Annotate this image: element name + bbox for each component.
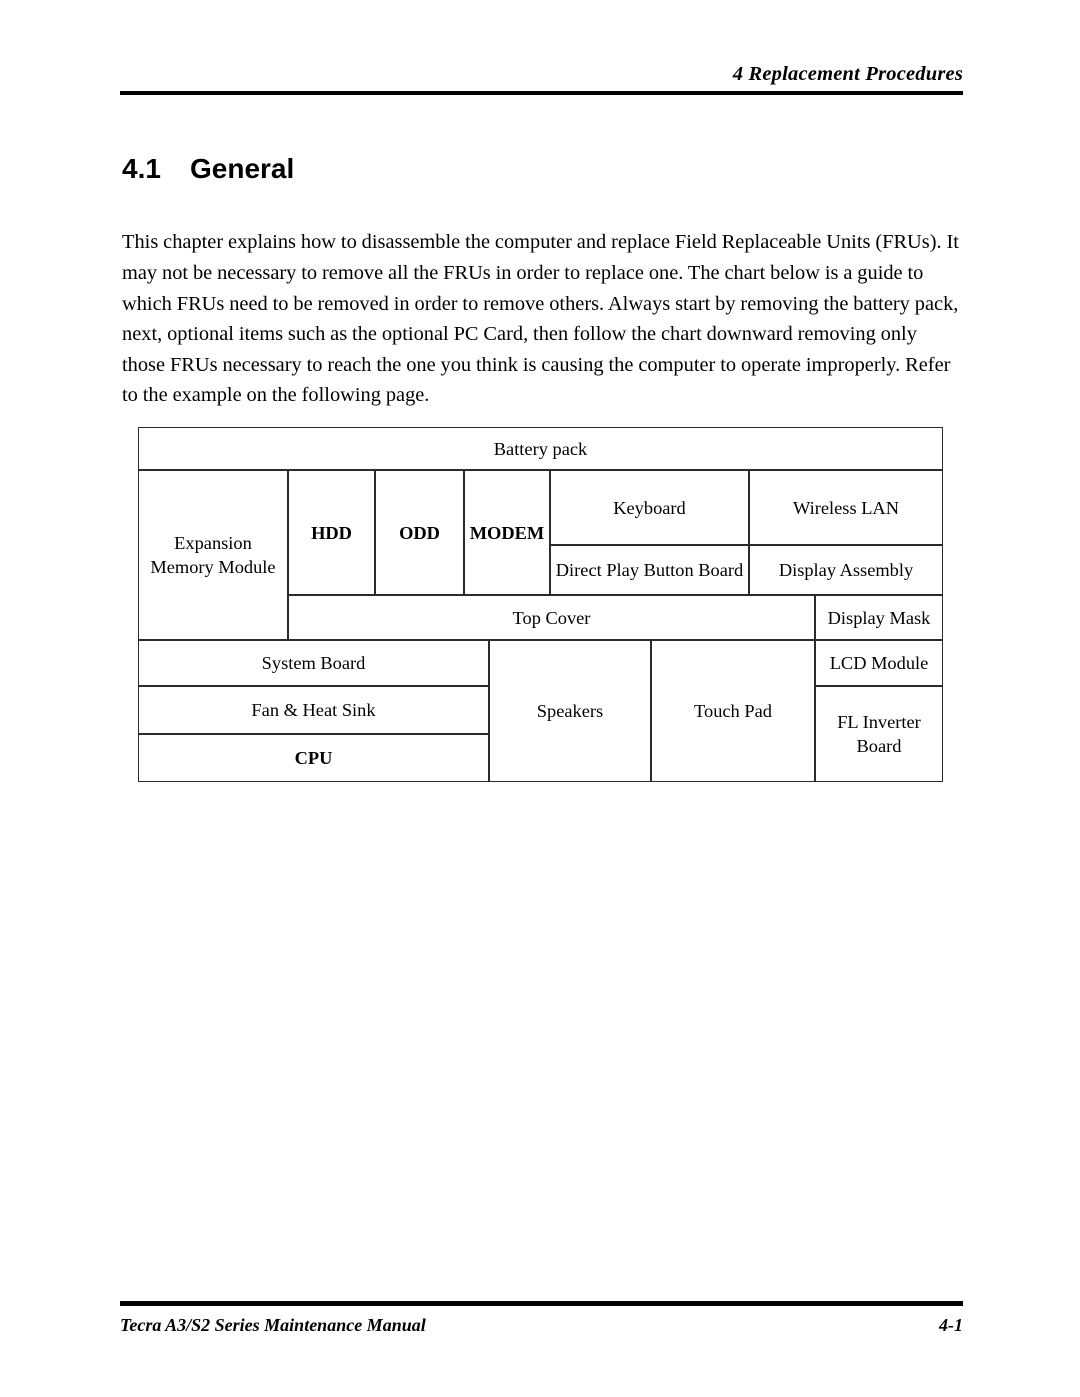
section-title: General: [190, 152, 295, 184]
fru-cell-label: CPU: [294, 748, 333, 768]
fru-cell-modem: MODEM: [464, 470, 550, 595]
intro-paragraph: This chapter explains how to disassemble…: [122, 231, 959, 407]
fru-cell-label: Keyboard: [613, 497, 686, 518]
fru-cell-display-mask: Display Mask: [815, 595, 943, 640]
fru-cell-hdd: HDD: [288, 470, 375, 595]
fru-cell-touch-pad: Touch Pad: [651, 640, 815, 782]
footer-manual-title: Tecra A3/S2 Series Maintenance Manual: [120, 1315, 426, 1335]
fru-cell-label: Direct Play Button Board: [555, 560, 744, 580]
fru-cell-direct-play-button-board: Direct Play Button Board: [550, 545, 749, 595]
fru-cell-label: Display Assembly: [778, 560, 914, 580]
fru-cell-label: HDD: [311, 522, 352, 543]
fru-disassembly-chart: Battery pack Expansion Memory Module HDD OD…: [138, 427, 943, 782]
fru-cell-wireless-lan: Wireless LAN: [749, 470, 943, 545]
fru-cell-label: Battery pack: [493, 438, 588, 459]
fru-cell-odd: ODD: [375, 470, 464, 595]
running-header: 4 Replacement Procedures: [120, 60, 963, 92]
fru-cell-label: Wireless LAN: [793, 497, 899, 518]
running-header-title: 4 Replacement Procedures: [732, 63, 963, 85]
fru-cell-keyboard: Keyboard: [550, 470, 749, 545]
fru-cell-label: Expansion Memory Module: [150, 533, 276, 577]
header-rule: [120, 91, 963, 95]
fru-cell-label: FL Inverter Board: [837, 712, 921, 756]
fru-cell-label: Speakers: [536, 701, 604, 721]
fru-cell-label: ODD: [399, 522, 440, 543]
fru-cell-display-assembly: Display Assembly: [749, 545, 943, 595]
document-page: 4 Replacement Procedures 4.1 General This…: [0, 0, 1080, 1397]
fru-cell-fl-inverter-board: FL Inverter Board: [815, 686, 943, 782]
running-footer: Tecra A3/S2 Series Maintenance Manual 4-…: [120, 1312, 963, 1342]
fru-cell-cpu: CPU: [138, 734, 489, 782]
fru-cell-lcd-module: LCD Module: [815, 640, 943, 686]
fru-cell-battery-pack: Battery pack: [138, 427, 943, 470]
page-title: 4.1 General: [122, 152, 294, 186]
fru-cell-speakers: Speakers: [489, 640, 651, 782]
fru-cell-top-cover: Top Cover: [288, 595, 815, 640]
fru-cell-label: MODEM: [469, 522, 545, 543]
fru-cell-label: Touch Pad: [694, 701, 772, 721]
fru-cell-expansion-memory-module: Expansion Memory Module: [138, 470, 288, 640]
fru-cell-label: Fan & Heat Sink: [251, 700, 376, 720]
fru-cell-label: LCD Module: [829, 653, 929, 673]
fru-cell-system-board: System Board: [138, 640, 489, 686]
fru-cell-label: System Board: [261, 653, 366, 673]
fru-cell-label: Top Cover: [512, 607, 591, 628]
fru-cell-fan-heat-sink: Fan & Heat Sink: [138, 686, 489, 734]
fru-cell-label: Display Mask: [827, 607, 931, 628]
footer-rule: [120, 1301, 963, 1306]
footer-page-number: 4-1: [939, 1315, 963, 1335]
section-number: 4.1: [122, 152, 161, 184]
